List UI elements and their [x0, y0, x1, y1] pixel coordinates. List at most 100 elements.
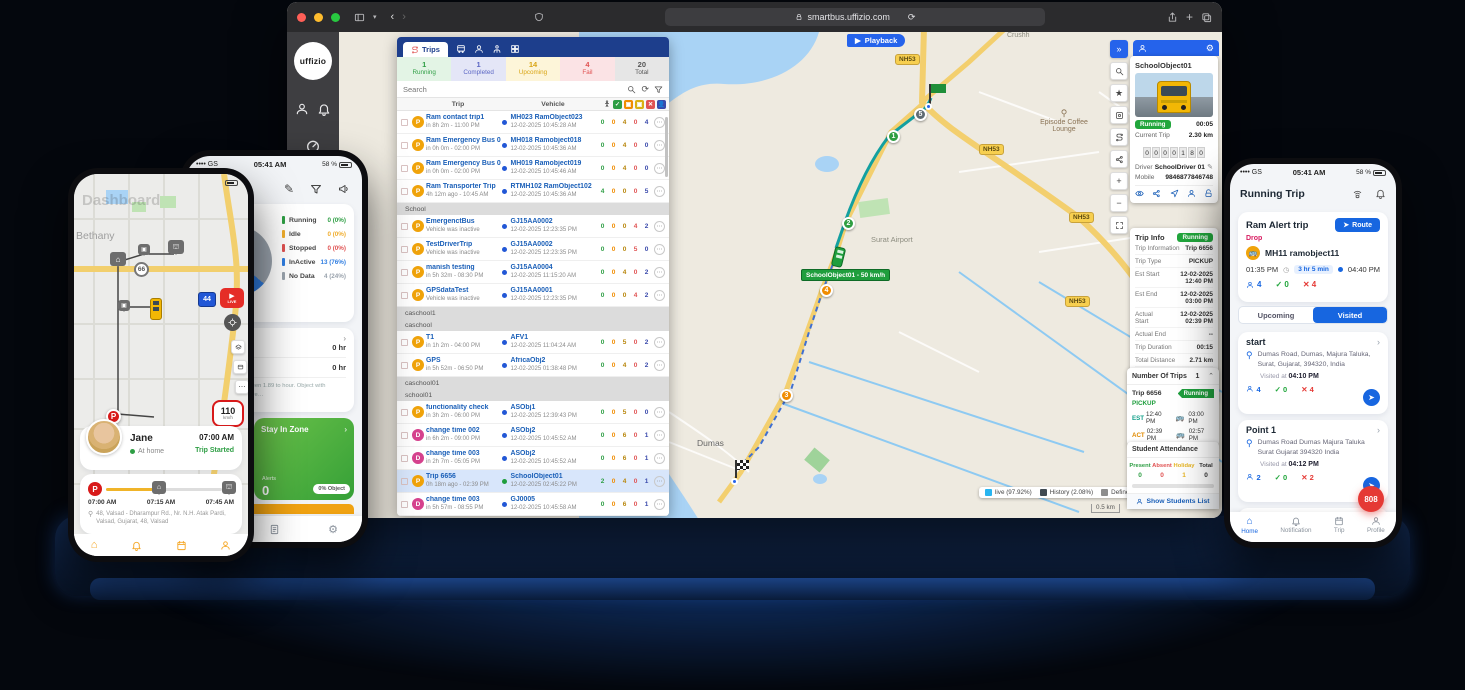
trip-row[interactable]: P EmergenctBusVehicle was inactive GJ15A…	[397, 215, 669, 238]
row-menu-button[interactable]: ⋯	[654, 117, 665, 128]
vehicle-name[interactable]: ASObj1	[510, 404, 597, 412]
alert-count-badge[interactable]: 808	[1358, 486, 1384, 512]
nav-item-trip[interactable]: Trip	[1334, 516, 1345, 534]
geofence-button[interactable]	[1110, 106, 1128, 124]
trip-row[interactable]: D change time 003in 2h 7m - 05:05 PM ASO…	[397, 447, 669, 470]
locate-button[interactable]	[224, 314, 241, 331]
search-icon[interactable]	[627, 85, 636, 94]
eye-icon[interactable]	[1135, 189, 1144, 198]
row-checkbox[interactable]	[401, 188, 408, 195]
vehicle-name[interactable]: GJ15AA0004	[510, 264, 597, 272]
trip-group-header[interactable]: caschool01	[397, 377, 669, 389]
vehicle-name[interactable]: GJ15AA0001	[510, 287, 597, 295]
trip-name[interactable]: functionality check	[426, 404, 501, 412]
new-tab-icon[interactable]: +	[1186, 10, 1193, 24]
vehicle-name[interactable]: MH023 RamObject023	[510, 114, 597, 122]
school-marker[interactable]: ⛫	[168, 240, 184, 254]
layers-button[interactable]	[231, 340, 245, 354]
refresh-icon[interactable]: ⟳	[641, 84, 649, 95]
trip-name[interactable]: change time 003	[426, 450, 501, 458]
start-checkered-flag[interactable]	[737, 460, 749, 470]
fit-bounds-button[interactable]	[1110, 216, 1128, 234]
tab-grid-icon[interactable]	[510, 44, 520, 54]
trip-name[interactable]: GPSdataTest	[426, 287, 501, 295]
vehicle-name[interactable]: RTMH102 RamObject102	[510, 183, 597, 191]
row-menu-button[interactable]: ⋯	[654, 476, 665, 487]
home-nav-icon[interactable]: ⌂	[91, 539, 98, 551]
trip-name[interactable]: Ram Emergency Bus 03	[426, 160, 501, 168]
minimize-window-button[interactable]	[314, 13, 323, 22]
forward-icon[interactable]: ›	[402, 11, 406, 23]
stay-in-zone-card[interactable]: Stay In Zone› Alerts 0 0% Object	[254, 418, 354, 500]
sidebar-toggle-icon[interactable]	[354, 12, 365, 23]
trip-name[interactable]: TestDriverTrip	[426, 241, 501, 249]
row-menu-button[interactable]: ⋯	[654, 453, 665, 464]
checkpoint-marker-3[interactable]: 3	[780, 389, 793, 402]
trip-row[interactable]: P Ram contact trip1in 8h 2m - 11:00 PM M…	[397, 111, 669, 134]
trip-row[interactable]: P Trip 66560h 18m ago - 02:39 PM SchoolO…	[397, 470, 669, 493]
map-search-button[interactable]	[1110, 62, 1128, 80]
chevron-right-icon[interactable]: ›	[343, 334, 346, 343]
legend-row[interactable]: Stopped 0 (0%)	[282, 244, 346, 252]
legend-row[interactable]: InActive 13 (76%)	[282, 258, 346, 266]
vehicle-name[interactable]: MH018 Ramobject018	[510, 137, 597, 145]
vehicle-name[interactable]: GJ15AA0002	[510, 241, 597, 249]
row-checkbox[interactable]	[401, 223, 408, 230]
trip-group-header[interactable]: school01	[397, 389, 669, 401]
shield-icon[interactable]	[534, 12, 544, 22]
checkpoint-marker-1[interactable]: 1	[887, 130, 900, 143]
row-checkbox[interactable]	[401, 269, 408, 276]
navigate-stop-fab[interactable]: ➤	[1363, 389, 1380, 406]
edit-driver-icon[interactable]: ✎	[1207, 163, 1213, 171]
vehicle-name[interactable]: MH019 Ramobject019	[510, 160, 597, 168]
collapse-panel-button[interactable]: »	[1110, 40, 1128, 58]
vehicle-name[interactable]: GJ15AA0002	[510, 218, 597, 226]
tab-trips[interactable]: Trips	[403, 42, 448, 57]
back-icon[interactable]: ‹	[391, 11, 395, 23]
row-menu-button[interactable]: ⋯	[654, 163, 665, 174]
row-checkbox[interactable]	[401, 432, 408, 439]
bell-icon[interactable]	[1375, 188, 1386, 199]
row-checkbox[interactable]	[401, 292, 408, 299]
tab-vehicles-icon[interactable]	[456, 44, 466, 54]
tab-students-icon[interactable]	[474, 44, 484, 54]
chevron-down-icon[interactable]: ▾	[373, 13, 377, 21]
trip-name[interactable]: T1	[426, 334, 501, 342]
legend-row[interactable]: Running 0 (0%)	[282, 216, 346, 224]
legend-item[interactable]: live (97.92%)	[985, 489, 1032, 496]
reload-icon[interactable]: ⟳	[908, 12, 916, 23]
trip-row[interactable]: P GPSdataTestVehicle was inactive GJ15AA…	[397, 284, 669, 307]
tab-drivers-icon[interactable]	[492, 44, 502, 54]
bell-icon[interactable]	[317, 102, 331, 116]
collapse-chevron-icon[interactable]: ⌃	[1208, 372, 1214, 380]
trip-name[interactable]: Ram Emergency Bus 01	[426, 137, 501, 145]
trip-row[interactable]: P T1in 1h 2m - 04:00 PM AFV112-02-2025 1…	[397, 331, 669, 354]
row-menu-button[interactable]: ⋯	[654, 186, 665, 197]
row-checkbox[interactable]	[401, 165, 408, 172]
search-input[interactable]	[403, 85, 622, 94]
row-checkbox[interactable]	[401, 409, 408, 416]
share-vehicle-icon[interactable]	[1152, 189, 1161, 198]
row-menu-button[interactable]: ⋯	[654, 430, 665, 441]
live-tracking-icon[interactable]	[1352, 188, 1363, 199]
trip-row[interactable]: P manish testingin 5h 32m - 08:30 PM GJ1…	[397, 261, 669, 284]
row-menu-button[interactable]: ⋯	[654, 290, 665, 301]
bus-stop-marker[interactable]: ▣	[118, 300, 130, 311]
trip-row[interactable]: P Ram Emergency Bus 01in 0h 0m - 02:00 P…	[397, 134, 669, 157]
driver-card[interactable]: Jane At home 07:00 AM Trip Started	[80, 426, 242, 470]
status-stat-cell[interactable]: 14Upcoming	[506, 57, 560, 81]
trip-name[interactable]: change time 002	[426, 427, 501, 435]
row-menu-button[interactable]: ⋯	[654, 499, 665, 510]
row-checkbox[interactable]	[401, 362, 408, 369]
vehicle-name[interactable]: AfricaObj2	[510, 357, 597, 365]
filter-icon[interactable]	[310, 182, 322, 196]
uffizio-logo[interactable]: uffizio	[294, 42, 332, 80]
person-icon[interactable]	[1138, 44, 1147, 53]
row-checkbox[interactable]	[401, 246, 408, 253]
row-menu-button[interactable]: ⋯	[654, 221, 665, 232]
trip-name[interactable]: manish testing	[426, 264, 501, 272]
row-checkbox[interactable]	[401, 478, 408, 485]
checkpoint-marker-2[interactable]: 2	[842, 217, 855, 230]
route-button[interactable]	[1110, 128, 1128, 146]
trip-row[interactable]: P Ram Transporter Trip4h 12m ago - 10:45…	[397, 180, 669, 203]
